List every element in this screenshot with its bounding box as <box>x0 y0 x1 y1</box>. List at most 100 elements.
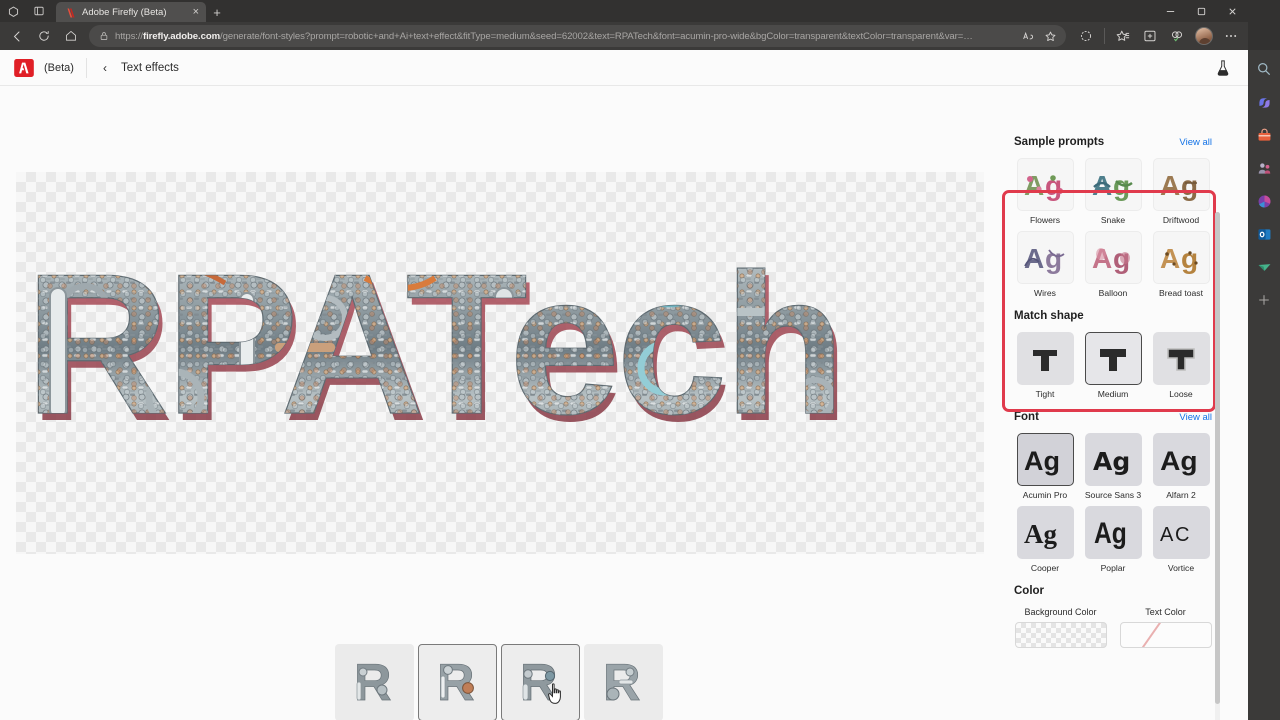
background-color-swatch[interactable] <box>1014 622 1107 648</box>
svg-text:A: A <box>1160 243 1180 274</box>
sample-prompt-thumb[interactable]: A g <box>1152 231 1210 284</box>
sample-prompt-snake[interactable]: A g Snake <box>1082 158 1144 225</box>
shopping-icon[interactable] <box>1253 124 1275 146</box>
font-thumb[interactable]: Ag <box>1016 506 1074 559</box>
settings-more-icon[interactable] <box>1218 24 1244 48</box>
color-section: Color Background Color Text Color <box>1014 585 1212 648</box>
home-button[interactable] <box>58 24 84 48</box>
maximize-button[interactable] <box>1186 0 1217 22</box>
font-thumb[interactable]: Ag <box>1152 433 1210 486</box>
font-thumb[interactable]: Ag <box>1084 506 1142 559</box>
read-aloud-icon[interactable] <box>1018 26 1038 46</box>
generated-text-artwork: RPATech RPATech RPATech <box>16 172 984 554</box>
url-text: https://firefly.adobe.com/generate/font-… <box>115 31 1012 42</box>
background-color-control[interactable]: Background Color <box>1014 607 1107 648</box>
color-header: Color <box>1014 585 1212 597</box>
sample-prompt-thumb[interactable]: A g <box>1084 231 1142 284</box>
sample-prompt-label: Balloon <box>1098 288 1128 298</box>
browser-titlebar: Adobe Firefly (Beta) × + <box>0 0 1248 22</box>
background-color-label: Background Color <box>1024 607 1097 617</box>
font-cooper[interactable]: Ag Cooper <box>1014 506 1076 573</box>
sample-prompts-view-all[interactable]: View all <box>1179 137 1212 148</box>
sample-prompt-thumb[interactable]: A g <box>1084 158 1142 211</box>
svg-text:Ag: Ag <box>1024 446 1060 476</box>
font-acumin-pro[interactable]: Ag Acumin Pro <box>1014 433 1076 500</box>
browser-tab[interactable]: Adobe Firefly (Beta) × <box>56 2 206 22</box>
match-shape-medium[interactable]: Medium <box>1082 332 1144 399</box>
drop-icon[interactable] <box>1253 157 1275 179</box>
font-thumb[interactable]: Ag <box>1016 433 1074 486</box>
artwork-canvas[interactable]: RPATech RPATech RPATech <box>16 172 984 554</box>
experiments-flask-icon[interactable] <box>1212 57 1234 79</box>
profile-avatar[interactable] <box>1191 24 1217 48</box>
panel-scrollbar-thumb[interactable] <box>1215 212 1220 704</box>
match-shape-tight[interactable]: Tight <box>1014 332 1076 399</box>
variation-thumb-3[interactable]: R <box>501 644 580 720</box>
back-chevron-icon[interactable]: ‹ <box>99 61 111 75</box>
sample-prompts-section: Sample prompts View all A g Flowers A g … <box>1014 122 1212 298</box>
color-row: Background Color Text Color <box>1014 607 1212 648</box>
svg-text:Ag: Ag <box>1094 516 1127 550</box>
svg-text:A: A <box>1160 170 1180 201</box>
games-icon[interactable] <box>1253 256 1275 278</box>
header-divider <box>85 57 87 78</box>
adobe-logo[interactable] <box>14 58 34 77</box>
tab-close-icon[interactable]: × <box>191 6 201 18</box>
settings-panel: Sample prompts View all A g Flowers A g … <box>1000 122 1226 720</box>
variation-thumb-1[interactable]: R <box>335 644 414 720</box>
match-shape-thumb[interactable] <box>1152 332 1210 385</box>
add-sidebar-icon[interactable] <box>1253 289 1275 311</box>
sample-prompt-thumb[interactable]: A g <box>1016 158 1074 211</box>
font-header: Font View all <box>1014 411 1212 423</box>
match-shape-label: Tight <box>1035 389 1055 399</box>
variation-thumb-4[interactable]: R <box>584 644 663 720</box>
refresh-button[interactable] <box>31 24 57 48</box>
font-thumb[interactable]: A C <box>1152 506 1210 559</box>
sample-prompt-flowers[interactable]: A g Flowers <box>1014 158 1076 225</box>
sample-prompt-label: Flowers <box>1029 215 1061 225</box>
page-content: (Beta) ‹ Text effects R R R R Sample pro… <box>0 50 1248 720</box>
font-thumb[interactable]: Ag <box>1084 433 1142 486</box>
workspaces-icon[interactable] <box>0 1 26 21</box>
close-button[interactable] <box>1217 0 1248 22</box>
minimize-button[interactable] <box>1155 0 1186 22</box>
match-shape-label: Loose <box>1169 389 1193 399</box>
sample-prompt-thumb[interactable]: A g <box>1016 231 1074 284</box>
sample-prompt-thumb[interactable]: A g <box>1152 158 1210 211</box>
browser-essentials-icon[interactable] <box>1073 24 1099 48</box>
text-color-control[interactable]: Text Color <box>1119 607 1212 648</box>
collections-icon[interactable] <box>1137 24 1163 48</box>
microsoft-365-icon[interactable] <box>1253 190 1275 212</box>
search-icon[interactable] <box>1253 58 1275 80</box>
font-poplar[interactable]: Ag Poplar <box>1082 506 1144 573</box>
variation-thumb-2[interactable]: R <box>418 644 497 720</box>
tab-actions-icon[interactable] <box>26 1 52 21</box>
sample-prompt-driftwood[interactable]: A g Driftwood <box>1150 158 1212 225</box>
font-alfarn-2[interactable]: Ag Alfarn 2 <box>1150 433 1212 500</box>
font-source-sans-3[interactable]: Ag Source Sans 3 <box>1082 433 1144 500</box>
add-favorite-icon[interactable] <box>1110 24 1136 48</box>
back-button[interactable] <box>4 24 30 48</box>
outlook-icon[interactable] <box>1253 223 1275 245</box>
font-view-all[interactable]: View all <box>1179 412 1212 423</box>
split-screen-icon[interactable] <box>1164 24 1190 48</box>
copilot-icon[interactable] <box>1253 91 1275 113</box>
font-title: Font <box>1014 411 1039 423</box>
favorites-star-icon[interactable] <box>1040 26 1060 46</box>
tab-title: Adobe Firefly (Beta) <box>82 6 167 18</box>
sample-prompt-balloon[interactable]: A g Balloon <box>1082 231 1144 298</box>
panel-scrollbar-track[interactable] <box>1215 212 1220 720</box>
match-shape-thumb[interactable] <box>1084 332 1142 385</box>
new-tab-button[interactable]: + <box>206 2 228 22</box>
sample-prompt-wires[interactable]: A g Wires <box>1014 231 1076 298</box>
match-shape-loose[interactable]: Loose <box>1150 332 1212 399</box>
match-shape-thumb[interactable] <box>1016 332 1074 385</box>
address-bar-icons <box>1018 26 1060 46</box>
address-bar[interactable]: https://firefly.adobe.com/generate/font-… <box>89 25 1066 47</box>
color-title: Color <box>1014 585 1045 597</box>
font-label: Vortice <box>1167 563 1195 573</box>
match-shape-title: Match shape <box>1014 310 1084 322</box>
font-vortice[interactable]: A C Vortice <box>1150 506 1212 573</box>
text-color-swatch[interactable] <box>1119 622 1212 648</box>
sample-prompt-bread-toast[interactable]: A g Bread toast <box>1150 231 1212 298</box>
